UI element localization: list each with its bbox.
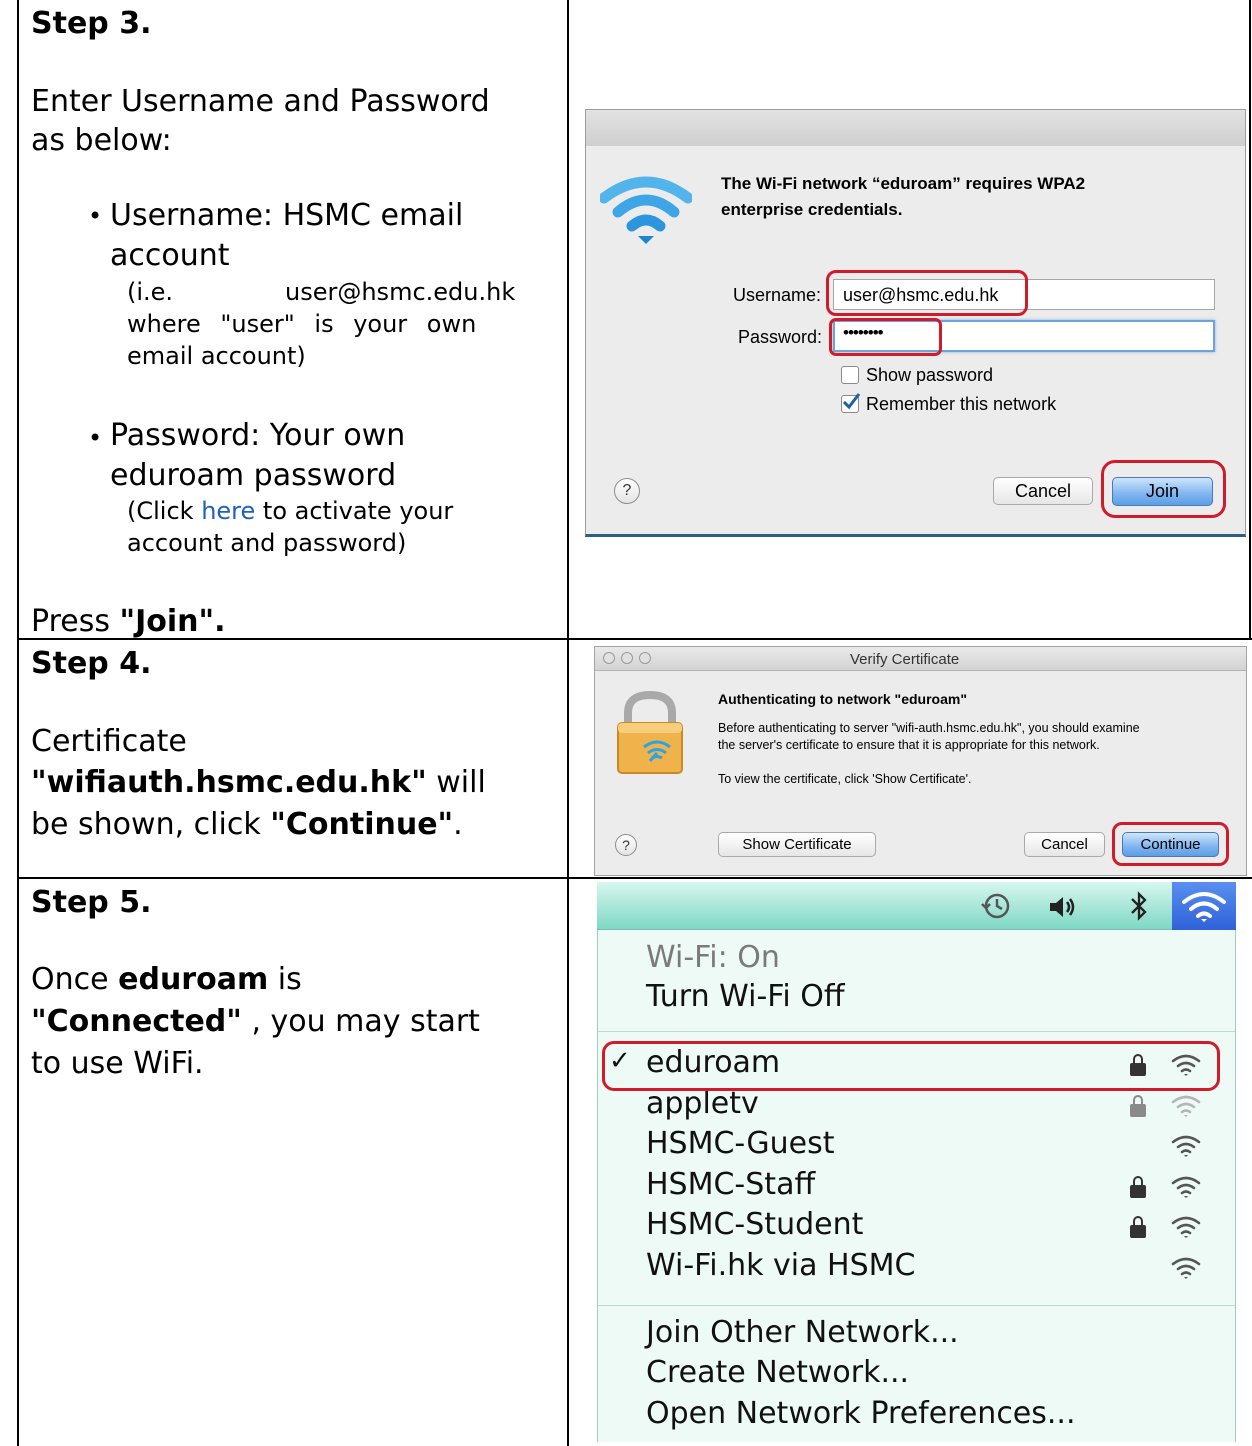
cancel-button[interactable]: Cancel: [993, 477, 1093, 505]
show-password-checkbox[interactable]: [841, 366, 859, 384]
help-button[interactable]: ?: [614, 478, 640, 504]
show-certificate-button[interactable]: Show Certificate: [718, 832, 876, 857]
network-name: HSMC-Staff: [646, 1166, 816, 1202]
step4-line3-post: .: [453, 807, 463, 842]
wifi-signal-icon: [1171, 1176, 1201, 1198]
zoom-window-dot[interactable]: [639, 652, 651, 664]
row-divider-2: [17, 877, 1252, 879]
bullet1-line1: Username: HSMC email: [110, 198, 464, 233]
step3-intro-line2: as below:: [31, 123, 172, 158]
step4-heading: Step 4.: [31, 646, 152, 681]
dialog-titlebar: [586, 110, 1245, 146]
step4-line2: "wifiauth.hsmc.edu.hk" will: [31, 763, 486, 802]
lock-icon: [1130, 1094, 1146, 1117]
bullet2-note2: account and password): [127, 529, 407, 557]
lock-icon: [1130, 1216, 1146, 1238]
wifi-signal-icon: [1171, 1216, 1201, 1238]
verify-body-line1: Before authenticating to server "wifi-au…: [718, 721, 1140, 735]
bluetooth-icon[interactable]: [1128, 890, 1150, 922]
step5-line2: "Connected" , you may start: [31, 1002, 480, 1041]
verify-help-button[interactable]: ?: [615, 834, 637, 856]
join-highlight: [1101, 460, 1226, 518]
username-highlight: [826, 270, 1028, 316]
dialog-message-line2: enterprise credentials.: [721, 200, 903, 219]
show-password-label: Show password: [866, 365, 994, 385]
wifi-signal-icon: [1171, 1095, 1201, 1117]
press-pre: Press: [31, 604, 120, 639]
bullet-1: •: [88, 202, 103, 230]
volume-icon[interactable]: [1048, 894, 1078, 920]
network-name: Wi-Fi.hk via HSMC: [646, 1247, 916, 1283]
wifi-icon: [600, 176, 692, 244]
join-other-network[interactable]: Join Other Network...: [646, 1315, 959, 1350]
verify-cancel-button[interactable]: Cancel: [1024, 832, 1105, 857]
bullet1-note3: email account): [127, 342, 306, 370]
lock-wifi-icon: [617, 690, 683, 774]
bullet-2: •: [88, 424, 103, 452]
menu-separator-1: [598, 1031, 1235, 1032]
close-window-dot[interactable]: [603, 652, 615, 664]
press-join-text: Press "Join".: [31, 602, 226, 641]
table-border-left: [17, 0, 19, 1446]
eduroam-bold: eduroam: [118, 962, 269, 997]
network-name: HSMC-Guest: [646, 1126, 835, 1161]
menu-separator-2: [598, 1305, 1235, 1306]
lock-icon: [1130, 1175, 1146, 1198]
bullet2-note1-post: to activate your: [255, 497, 454, 525]
bullet1-line2: account: [110, 238, 230, 273]
remember-network-checkbox[interactable]: [841, 393, 861, 413]
step3-intro-line1: Enter Username and Password: [31, 84, 490, 119]
step4-line3: be shown, click "Continue".: [31, 805, 463, 844]
turn-wifi-off[interactable]: Turn Wi-Fi Off: [646, 979, 845, 1014]
wifi-signal-icon: [1171, 1257, 1201, 1279]
minimize-window-dot[interactable]: [621, 652, 633, 664]
step4-line3-pre: be shown, click: [31, 807, 271, 842]
bullet1-note1-email: user@hsmc.edu.hk: [285, 278, 516, 306]
bullet1-note1: (i.e.: [127, 278, 174, 306]
table-border-middle: [567, 0, 569, 1446]
continue-highlight: [1112, 822, 1229, 866]
step5-line1-post: is: [268, 962, 302, 997]
certificate-name: "wifiauth.hsmc.edu.hk": [31, 765, 427, 800]
network-name: HSMC-Student: [646, 1207, 864, 1242]
bullet2-line1: Password: Your own: [110, 418, 406, 453]
table-border-right: [1249, 0, 1251, 640]
wifi-signal-icon: [1171, 1135, 1201, 1157]
step4-line2-post: will: [426, 765, 486, 800]
password-label: Password:: [738, 327, 823, 347]
wifi-menubar-icon[interactable]: [1180, 888, 1228, 924]
username-label: Username:: [733, 285, 822, 305]
step5-line3: to use WiFi.: [31, 1046, 204, 1081]
verify-heading: Authenticating to network "eduroam": [718, 691, 967, 707]
checkmark-icon: [842, 393, 861, 410]
create-network[interactable]: Create Network...: [646, 1355, 909, 1390]
wifi-status: Wi-Fi: On: [646, 940, 780, 975]
activate-account-link[interactable]: here: [201, 497, 255, 525]
connected-bold: "Connected": [31, 1004, 242, 1039]
press-join-bold: "Join".: [119, 604, 226, 639]
bullet2-note1: (Click here to activate your: [127, 495, 453, 527]
bullet1-note2: where "user" is your own: [127, 310, 477, 338]
step5-line1-pre: Once: [31, 962, 119, 997]
password-highlight: [829, 318, 942, 356]
step5-heading: Step 5.: [31, 885, 152, 920]
remember-network-label: Remember this network: [866, 394, 1057, 414]
step5-line1: Once eduroam is: [31, 960, 302, 999]
verify-hint: To view the certificate, click 'Show Cer…: [718, 772, 972, 786]
eduroam-highlight: [602, 1041, 1220, 1091]
time-machine-icon[interactable]: [979, 891, 1013, 921]
step5-line2-post: , you may start: [241, 1004, 480, 1039]
bullet2-note1-pre: (Click: [127, 497, 202, 525]
step3-heading: Step 3.: [31, 6, 152, 41]
bullet2-line2: eduroam password: [110, 458, 397, 493]
step4-line1: Certificate: [31, 724, 187, 759]
dialog-message-line1: The Wi-Fi network “eduroam” requires WPA…: [721, 174, 1086, 193]
open-network-preferences[interactable]: Open Network Preferences...: [646, 1396, 1076, 1431]
continue-bold: "Continue": [270, 807, 454, 842]
verify-body-line2: the server's certificate to ensure that …: [718, 738, 1100, 752]
verify-title: Verify Certificate: [850, 651, 960, 668]
